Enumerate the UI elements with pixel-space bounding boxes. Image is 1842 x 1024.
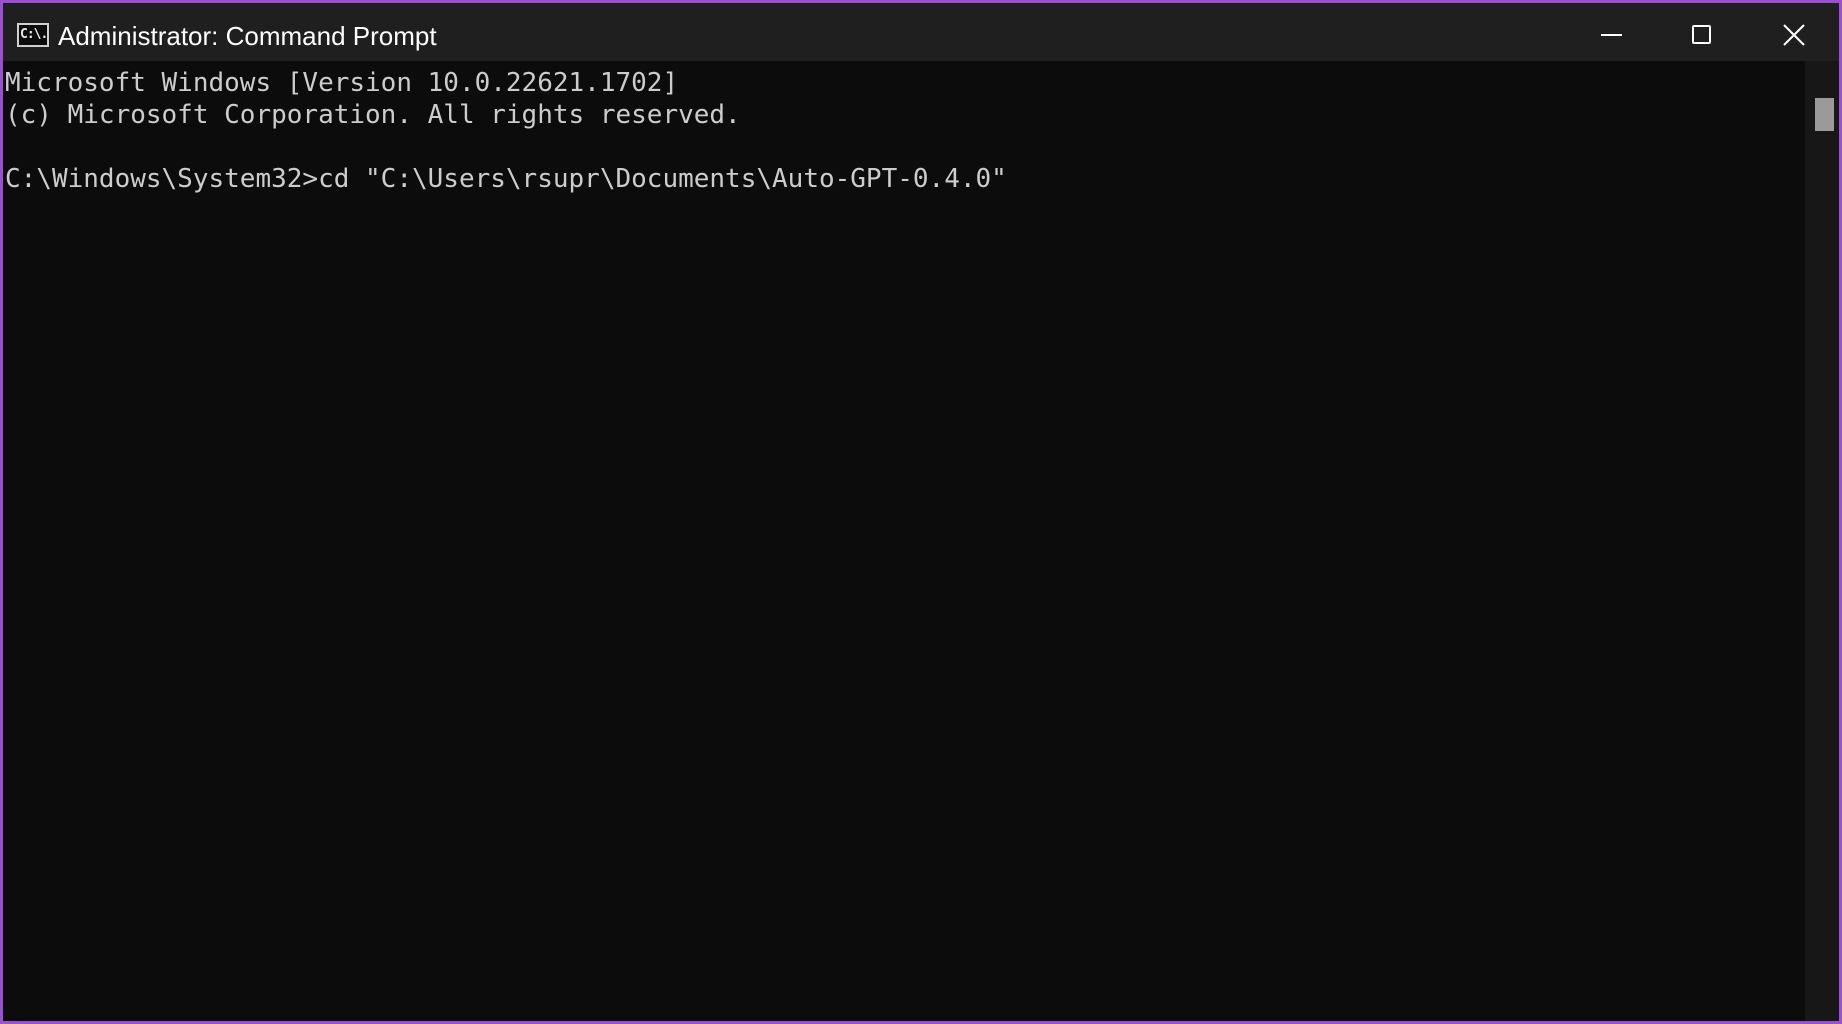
scrollbar-thumb[interactable]: [1815, 98, 1834, 131]
close-icon: [1783, 24, 1805, 46]
title-bar[interactable]: C:\. Administrator: Command Prompt: [3, 3, 1839, 61]
command-prompt-window: C:\. Administrator: Command Prompt Micro…: [0, 0, 1842, 1024]
maximize-icon: [1692, 25, 1711, 44]
close-button[interactable]: [1747, 3, 1839, 61]
window-title: Administrator: Command Prompt: [58, 21, 437, 51]
minimize-icon: [1601, 34, 1622, 36]
cmd-app-icon-glyph: C:\.: [20, 27, 48, 42]
console-line: (c) Microsoft Corporation. All rights re…: [5, 100, 741, 130]
maximize-button[interactable]: [1655, 3, 1747, 61]
command-line[interactable]: C:\Windows\System32>cd "C:\Users\rsupr\D…: [5, 163, 1805, 195]
minimize-button[interactable]: [1565, 3, 1657, 61]
console-line: Microsoft Windows [Version 10.0.22621.17…: [5, 68, 679, 98]
console-output[interactable]: Microsoft Windows [Version 10.0.22621.17…: [3, 61, 1805, 1021]
vertical-scrollbar[interactable]: [1805, 61, 1839, 1021]
cmd-app-icon[interactable]: C:\.: [17, 23, 49, 47]
